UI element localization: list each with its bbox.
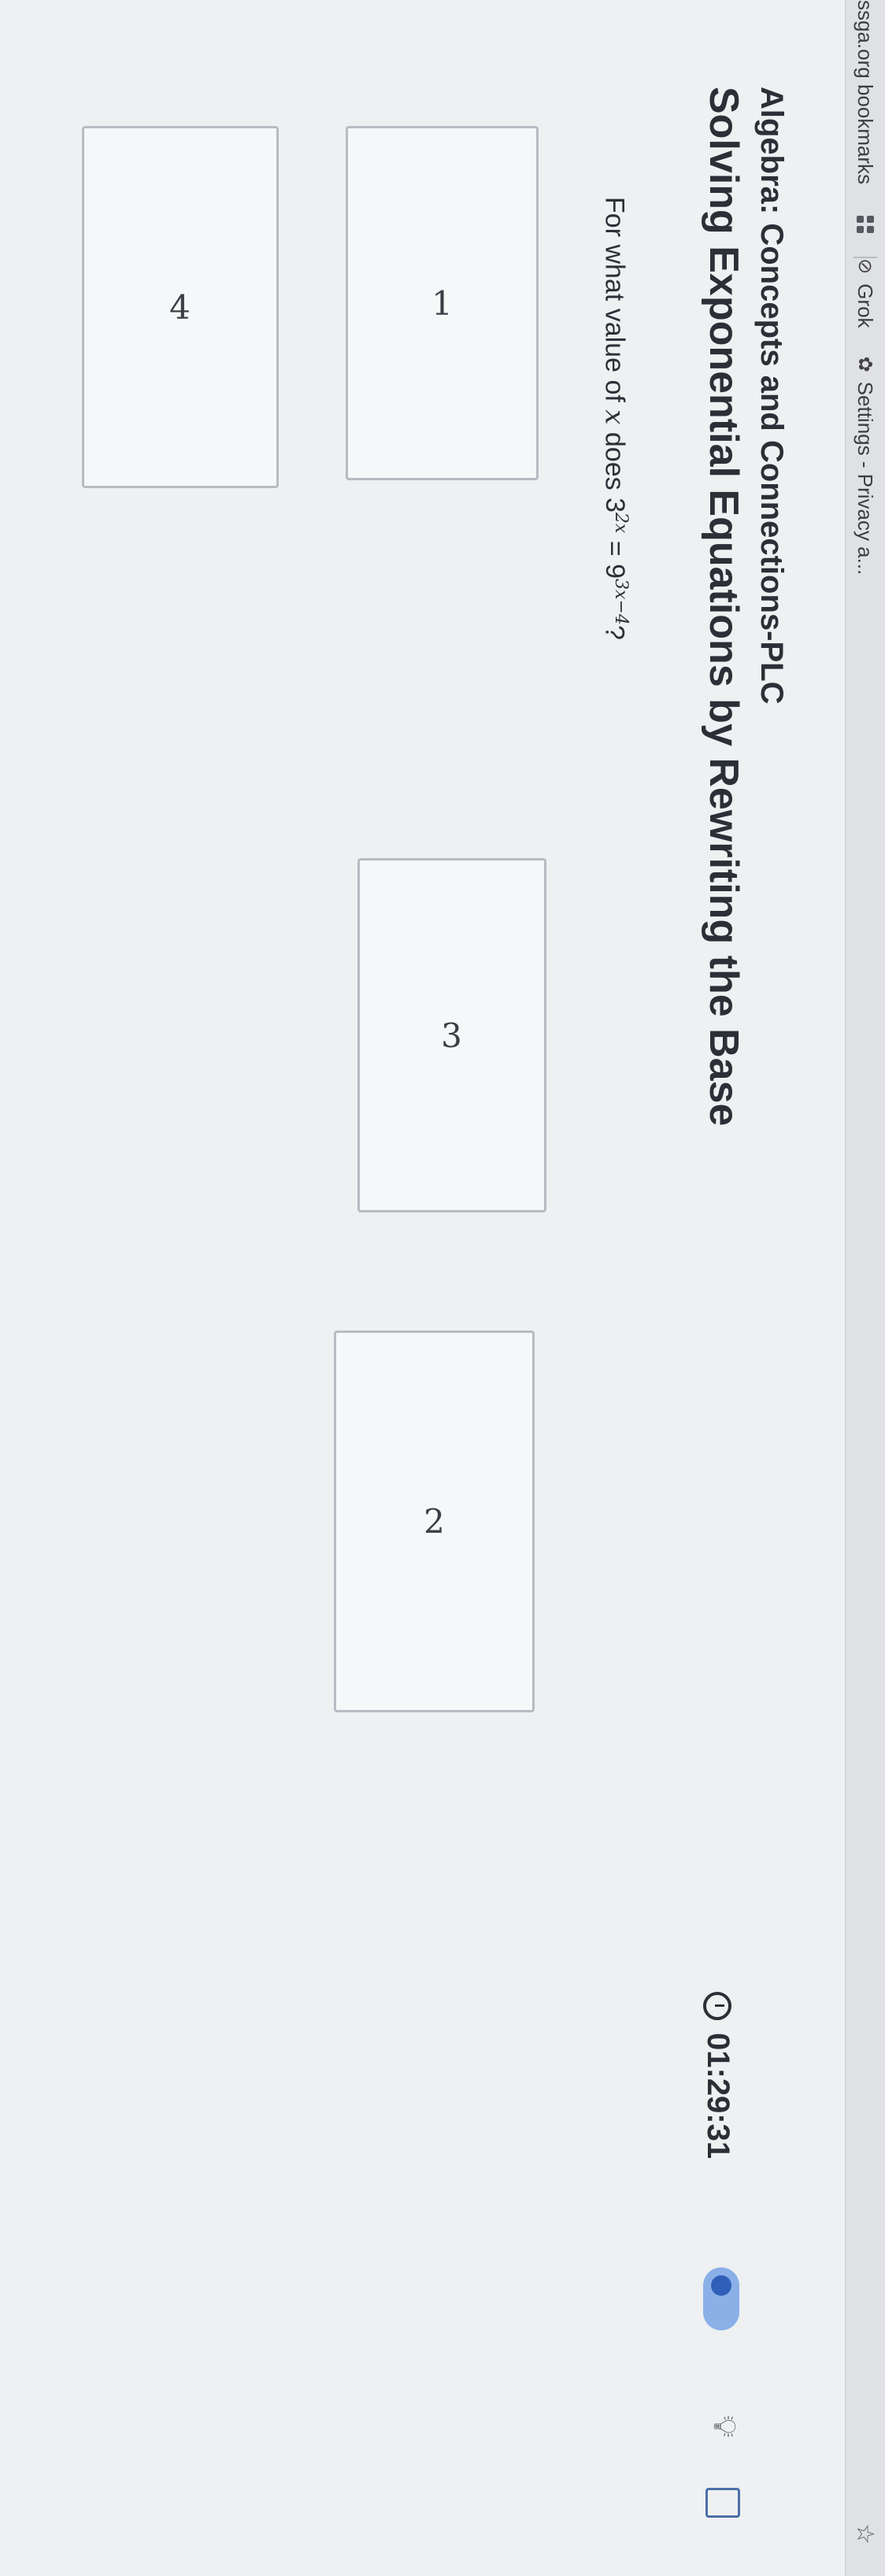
bookmark-ssga-label: ssga.org bookmarks bbox=[854, 0, 878, 185]
question-middle: does bbox=[599, 431, 630, 490]
answer-option-4-label: 4 bbox=[169, 287, 191, 327]
question-prefix: For what value of bbox=[599, 197, 630, 402]
lightbulb-icon[interactable]: 💡︎ bbox=[706, 2415, 742, 2437]
bookmark-settings[interactable]: ✿ Settings - Privacy a... bbox=[854, 357, 878, 576]
answer-option-4[interactable]: 4 bbox=[82, 126, 279, 488]
answer-option-1-label: 1 bbox=[431, 283, 453, 323]
rhs-exponent: 3x−4 bbox=[611, 579, 631, 625]
question-suffix: ? bbox=[599, 624, 630, 640]
question-variable: x bbox=[598, 409, 631, 425]
bookmark-ssga[interactable]: ssga.org bookmarks bbox=[854, 0, 878, 184]
answer-option-1[interactable]: 1 bbox=[346, 126, 539, 480]
equals-sign: = bbox=[599, 540, 630, 557]
clock-icon bbox=[703, 1992, 732, 2020]
answer-option-2-label: 2 bbox=[424, 1501, 445, 1541]
bookmark-grok-label: Grok bbox=[854, 283, 878, 328]
timer-toggle[interactable] bbox=[703, 2267, 739, 2330]
page-title: Solving Exponential Equations by Rewriti… bbox=[701, 87, 746, 1127]
equation: 32x = 93x−4 bbox=[599, 498, 631, 625]
answer-option-3-label: 3 bbox=[441, 1016, 463, 1055]
bookmarks-bar: ssga.org bookmarks ⊘ Grok ✿ Settings - P… bbox=[845, 0, 885, 2576]
answer-option-2[interactable]: 2 bbox=[334, 1331, 535, 1712]
page-icon[interactable] bbox=[705, 2488, 740, 2518]
grok-icon: ⊘ bbox=[854, 258, 876, 275]
lhs-exponent: 2x bbox=[611, 513, 631, 534]
star-icon[interactable]: ☆ bbox=[851, 2523, 879, 2545]
question-text: For what value of x does 32x = 93x−4? bbox=[599, 197, 631, 640]
course-title: Algebra: Concepts and Connections-PLC bbox=[754, 87, 789, 705]
rhs-base: 9 bbox=[599, 564, 630, 579]
bookmark-grok[interactable]: ⊘ Grok bbox=[854, 258, 878, 328]
bookmark-settings-label: Settings - Privacy a... bbox=[854, 381, 878, 576]
lhs-base: 3 bbox=[599, 498, 630, 513]
answer-option-3[interactable]: 3 bbox=[357, 858, 546, 1212]
screen: ssga.org bookmarks ⊘ Grok ✿ Settings - P… bbox=[0, 0, 885, 2576]
timer: 01:29:31 bbox=[700, 1992, 735, 2159]
gear-icon: ✿ bbox=[854, 356, 876, 372]
timer-value: 01:29:31 bbox=[701, 2033, 735, 2160]
apps-grid-icon[interactable] bbox=[857, 216, 874, 234]
